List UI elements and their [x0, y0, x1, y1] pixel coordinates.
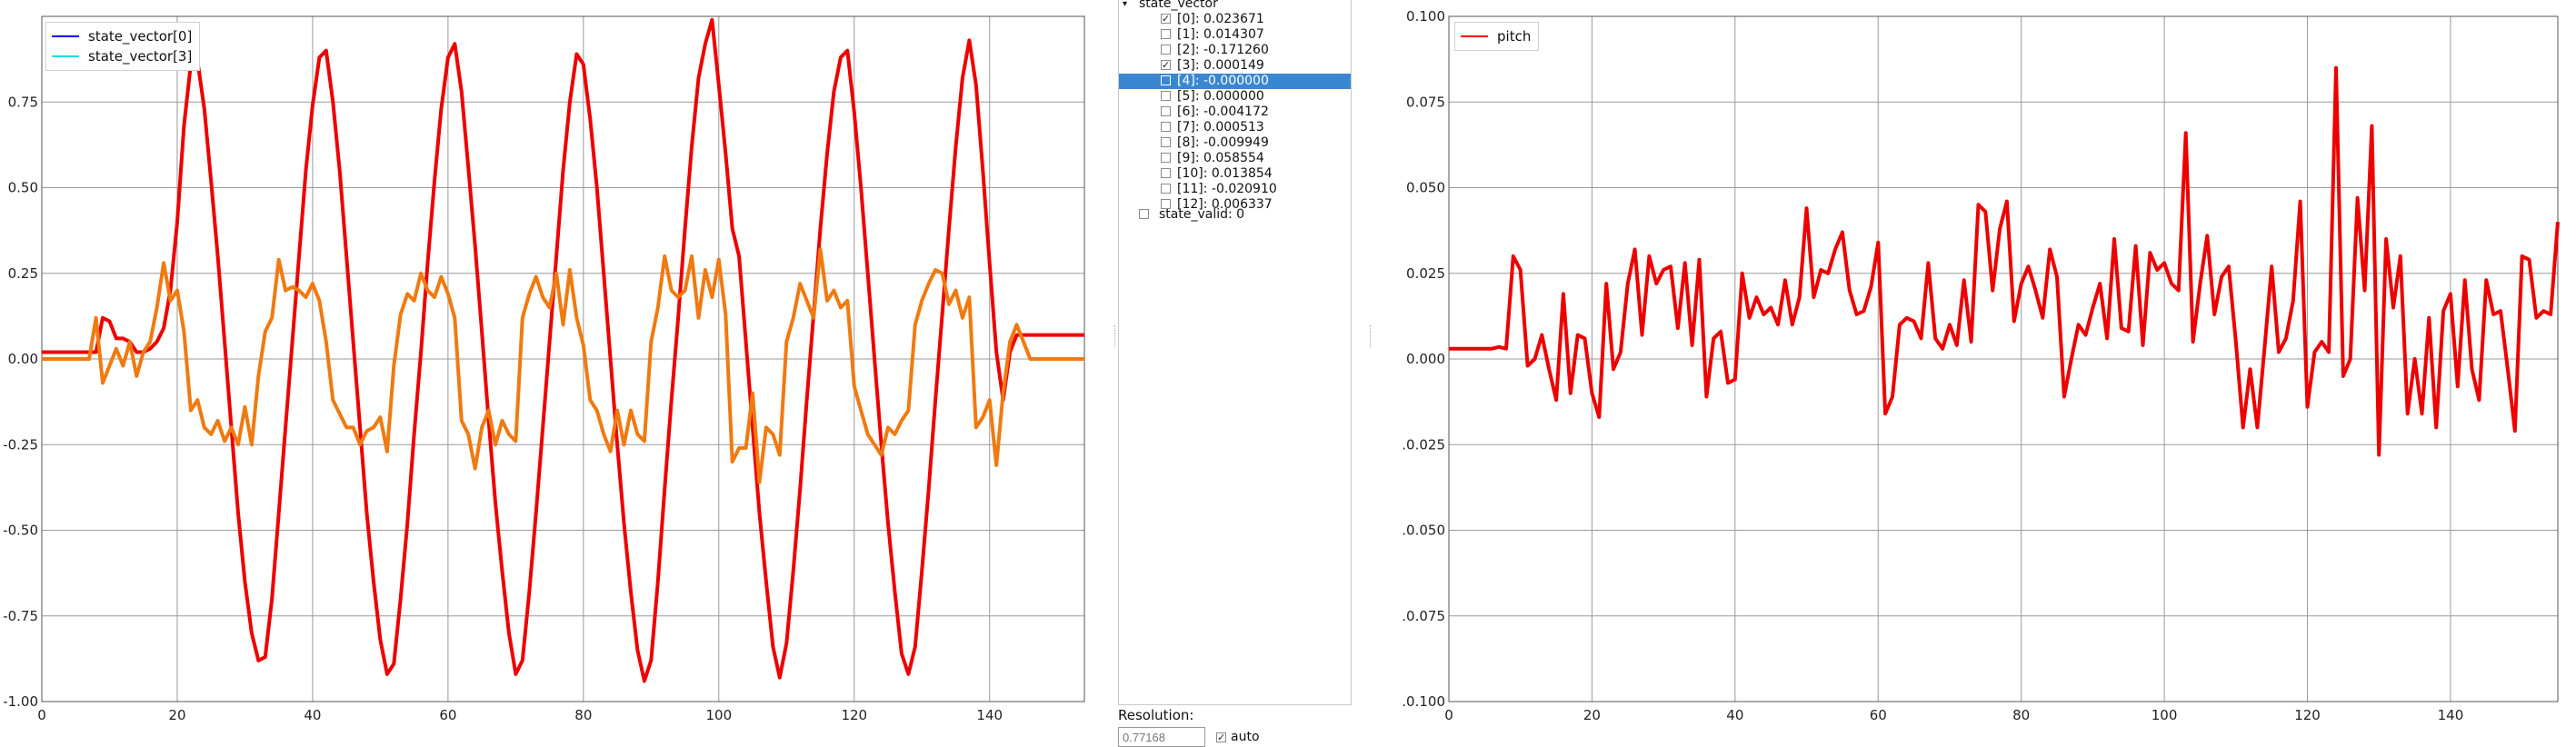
- x-tick-label: 0: [37, 707, 46, 723]
- splitter-handle-right[interactable]: [1368, 325, 1373, 347]
- tree-item-label: [1]: 0.014307: [1177, 27, 1264, 42]
- x-tick-label: 0: [1444, 707, 1453, 723]
- x-tick-label: 60: [439, 707, 456, 723]
- y-tick-label: .0.075: [1402, 608, 1445, 624]
- tree-item[interactable]: [1]: 0.014307: [1119, 27, 1351, 43]
- tree-item-checkbox[interactable]: [1161, 122, 1171, 132]
- y-tick-label: 0.50: [8, 180, 38, 196]
- x-tick-label: 100: [2152, 707, 2178, 723]
- y-tick-label: 0.025: [1406, 265, 1445, 282]
- x-tick-label: 60: [1870, 707, 1887, 723]
- series-line: [1449, 65, 2560, 457]
- legend-swatch: [52, 55, 79, 57]
- tree-item-checkbox[interactable]: [1161, 137, 1171, 147]
- series-line: [42, 247, 1084, 484]
- y-tick-label: 0.75: [8, 94, 38, 110]
- legend-entry-pitch: pitch: [1461, 26, 1531, 46]
- left-legend: state_vector[0] state_vector[3]: [45, 22, 201, 71]
- y-tick-label: 0.000: [1406, 351, 1445, 367]
- legend-swatch: [52, 35, 79, 37]
- tree-item-checkbox[interactable]: [1161, 106, 1171, 116]
- y-tick-label: .0.050: [1402, 523, 1445, 539]
- tree-item[interactable]: [5]: 0.000000: [1119, 89, 1351, 105]
- x-tick-label: 120: [2294, 707, 2321, 723]
- curve-tree-panel[interactable]: ▾ state_vector ✓ [0]: 0.023671 [1]: 0.0143…: [1118, 0, 1352, 705]
- resolution-label: Resolution:: [1118, 707, 1194, 723]
- tree-item-checkbox[interactable]: [1161, 91, 1171, 101]
- tree-item[interactable]: [7]: 0.000513: [1119, 120, 1351, 135]
- x-tick-label: 140: [2438, 707, 2464, 723]
- tree-item-label: [6]: -0.004172: [1177, 105, 1269, 119]
- x-tick-label: 100: [705, 707, 732, 723]
- tree-item[interactable]: [11]: -0.020910: [1119, 182, 1351, 197]
- tree-item-label: [7]: 0.000513: [1177, 120, 1264, 134]
- y-tick-label: .0.025: [1402, 436, 1445, 453]
- tree-item-checkbox[interactable]: [1161, 29, 1171, 39]
- x-tick-label: 140: [976, 707, 1003, 723]
- tree-item-checkbox[interactable]: ✓: [1161, 14, 1171, 24]
- tree-root-label: state_vector: [1139, 0, 1218, 11]
- tree-item[interactable]: [4]: -0.000000: [1119, 74, 1351, 89]
- legend-label: state_vector[0]: [88, 28, 193, 45]
- tree-item-label: [5]: 0.000000: [1177, 89, 1264, 104]
- left-plot-area[interactable]: 0 20 40 60 80 100 120 140 0.75 0.50 0.25 0.00 -0.25 -…: [0, 0, 1091, 739]
- tree-item-checkbox[interactable]: [1161, 153, 1171, 163]
- tree-item[interactable]: ✓ [0]: 0.023671: [1119, 12, 1351, 27]
- y-tick-label: -0.25: [3, 436, 38, 453]
- tree-item-label: state_valid: 0: [1159, 207, 1245, 222]
- tree-item-label: [10]: 0.013854: [1177, 166, 1273, 181]
- legend-label: state_vector[3]: [88, 48, 193, 65]
- x-tick-label: 80: [2012, 707, 2030, 723]
- y-tick-label: 0.25: [8, 265, 38, 282]
- y-tick-label: -1.00: [3, 693, 38, 710]
- tree-root-state-vector[interactable]: ▾ state_vector: [1119, 0, 1351, 12]
- tree-item[interactable]: [6]: -0.004172: [1119, 105, 1351, 120]
- collapse-arrow-icon[interactable]: ▾: [1123, 0, 1127, 12]
- y-tick-label: 0.050: [1406, 180, 1445, 196]
- x-tick-label: 80: [574, 707, 592, 723]
- right-plot-svg[interactable]: 0 20 40 60 80 100 120 140 0.100 0.075 0.050 0.025 0.…: [1400, 0, 2576, 739]
- tree-item-label: [11]: -0.020910: [1177, 182, 1277, 196]
- right-legend: pitch: [1454, 22, 1540, 51]
- y-tick-label: -0.75: [3, 608, 38, 624]
- tree-item[interactable]: [9]: 0.058554: [1119, 151, 1351, 166]
- tree-item-label: [3]: 0.000149: [1177, 58, 1264, 73]
- auto-label: auto: [1231, 730, 1260, 744]
- x-tick-label: 40: [1726, 707, 1743, 723]
- tree-item-checkbox[interactable]: ✓: [1161, 60, 1171, 70]
- y-tick-label: 0.100: [1406, 8, 1445, 25]
- x-tick-label: 120: [841, 707, 867, 723]
- checkbox-state-valid[interactable]: [1139, 209, 1149, 219]
- legend-entry-state-vector-0: state_vector[0]: [52, 26, 192, 46]
- tree-item-checkbox[interactable]: [1161, 75, 1171, 85]
- tree-item-checkbox[interactable]: [1161, 184, 1171, 194]
- tree-item-label: [8]: -0.009949: [1177, 135, 1269, 150]
- x-tick-label: 40: [304, 707, 321, 723]
- y-tick-label: -0.50: [3, 523, 38, 539]
- legend-entry-state-vector-3: state_vector[3]: [52, 46, 192, 66]
- x-tick-label: 20: [1583, 707, 1601, 723]
- tree-item[interactable]: [10]: 0.013854: [1119, 166, 1351, 182]
- y-tick-label: 0.075: [1406, 94, 1445, 110]
- tree-item-label: [0]: 0.023671: [1177, 12, 1264, 26]
- legend-swatch: [1461, 35, 1488, 37]
- left-plot-svg[interactable]: 0 20 40 60 80 100 120 140 0.75 0.50 0.25 0.00 -0.25 -…: [0, 0, 1091, 739]
- tree-item-label: [9]: 0.058554: [1177, 151, 1264, 165]
- y-tick-label: 0.00: [8, 351, 38, 367]
- right-plot-area[interactable]: 0 20 40 60 80 100 120 140 0.100 0.075 0.050 0.025 0.…: [1400, 0, 2576, 739]
- tree-item-checkbox[interactable]: [1161, 45, 1171, 55]
- tree-item[interactable]: [2]: -0.171260: [1119, 43, 1351, 58]
- tree-item[interactable]: ✓ [3]: 0.000149: [1119, 58, 1351, 74]
- legend-label: pitch: [1497, 28, 1532, 45]
- auto-checkbox[interactable]: ✓: [1216, 732, 1226, 742]
- series-line: [42, 17, 1084, 683]
- tree-item[interactable]: [8]: -0.009949: [1119, 135, 1351, 151]
- tree-item-checkbox[interactable]: [1161, 168, 1171, 178]
- tree-item-label: [4]: -0.000000: [1177, 74, 1269, 88]
- tree-item-label: [2]: -0.171260: [1177, 43, 1269, 57]
- resolution-input[interactable]: [1118, 727, 1205, 747]
- y-tick-label: .0.100: [1402, 693, 1445, 710]
- tree-item-state-valid[interactable]: state_valid: 0: [1119, 207, 1351, 223]
- x-tick-label: 20: [168, 707, 185, 723]
